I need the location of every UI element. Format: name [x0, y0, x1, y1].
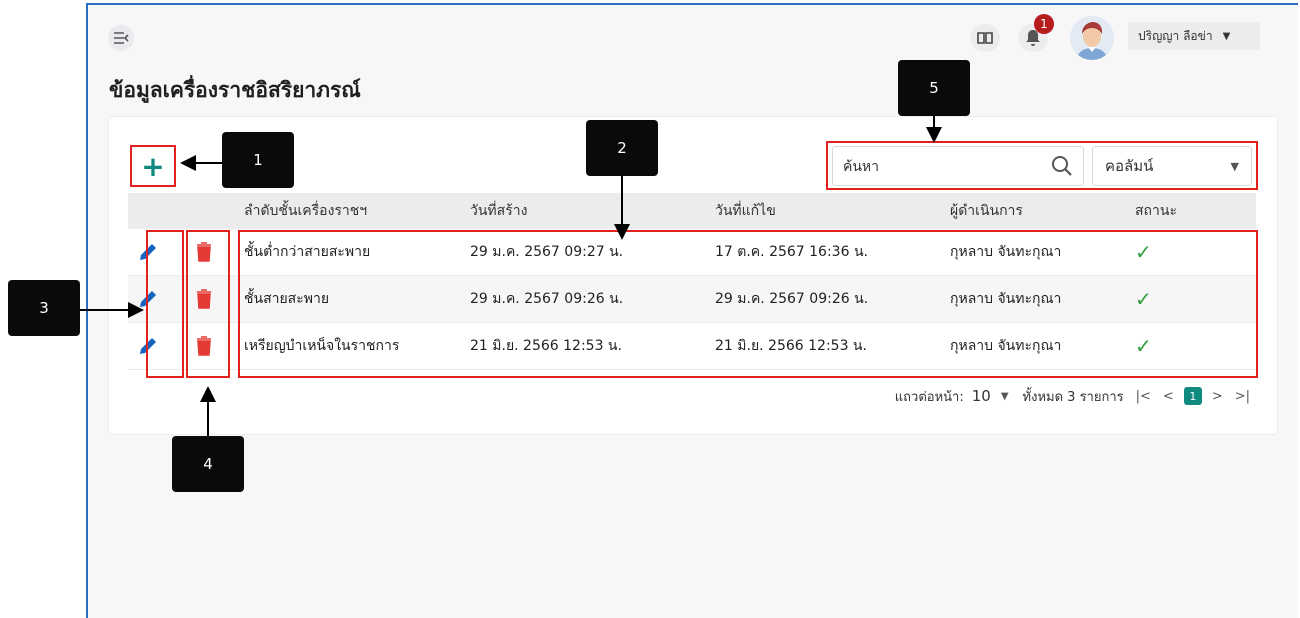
annotation-arrows	[80, 116, 942, 436]
